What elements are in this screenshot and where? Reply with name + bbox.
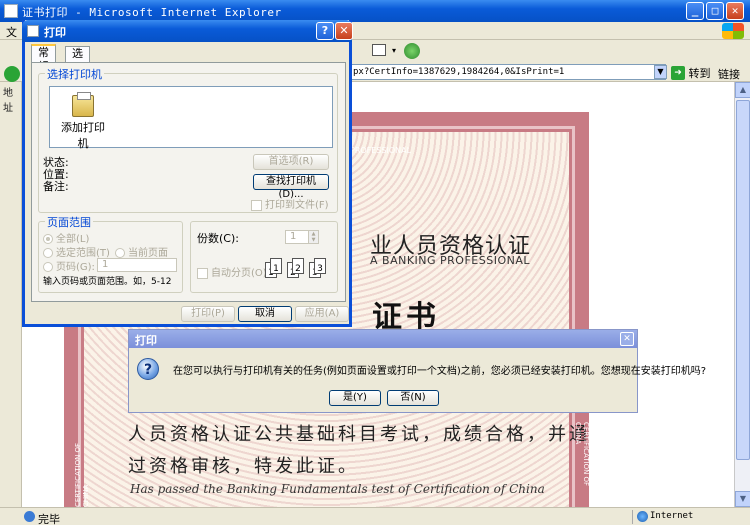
no-button[interactable]: 否(N) (387, 390, 439, 406)
apply-button[interactable]: 应用(A) (295, 306, 349, 322)
ie-titlebar[interactable]: 证书打印 - Microsoft Internet Explorer _ □ ✕ (0, 0, 750, 22)
range-selection-radio[interactable] (43, 248, 53, 258)
range-all-radio[interactable] (43, 234, 53, 244)
cert-top-banner: PROFESSIONAL (350, 146, 412, 155)
question-icon: ? (137, 358, 159, 380)
printer-icon (27, 25, 39, 37)
add-printer-item[interactable]: 添加打印机 (56, 92, 110, 151)
range-pages-row[interactable]: 页码(G): (43, 258, 95, 273)
yes-button[interactable]: 是(Y) (329, 390, 381, 406)
maximize-button[interactable]: □ (706, 2, 724, 20)
menu-item-file[interactable]: 文 (6, 24, 17, 40)
scroll-thumb[interactable] (736, 100, 750, 460)
status-bar: 完毕 Internet (0, 507, 750, 526)
range-pages-label: 页码(G): (56, 262, 95, 273)
find-printer-button[interactable]: 查找打印机(D)... (253, 174, 329, 200)
print-button[interactable]: 打印(P) (181, 306, 235, 322)
chevron-down-icon[interactable]: ▾ (392, 46, 396, 55)
page-range-group: 页面范围 全部(L) 选定范围(T) 当前页面(U) 页码(G): 1 输入页码… (38, 214, 183, 293)
print-icon[interactable] (372, 44, 386, 56)
back-icon[interactable] (4, 66, 20, 82)
copies-group: 份数(C): 1 ▲▼ 自动分页(O) 1 1 2 2 3 3 (190, 221, 338, 293)
collate-page: 1 (270, 258, 282, 274)
cert-side-left: CERTIFICATION OF CHINA (74, 442, 90, 507)
collate-page: 3 (314, 258, 326, 274)
preferences-button[interactable]: 首选项(R) (253, 154, 329, 170)
copies-stepper[interactable]: 1 ▲ ▼ (285, 230, 319, 244)
zone-text: Internet (650, 511, 694, 521)
tab-options[interactable]: 选项 (65, 46, 90, 74)
general-tab-panel: 选择打印机 添加打印机 状态: 位置: 备注: 首选项(R) 查找打印机(D).… (31, 62, 346, 302)
print-to-file-row[interactable]: 打印到文件(F) (251, 196, 329, 211)
cert-body-line2: 过资格审核，特发此证。 (128, 456, 359, 477)
comment-label: 备注: (43, 180, 69, 193)
add-printer-label: 添加打印机 (61, 121, 105, 150)
cert-english-line: Has passed the Banking Fundamentals test… (130, 482, 545, 496)
page-status-icon (24, 511, 35, 522)
help-button[interactable]: ? (316, 22, 334, 40)
confirm-close-button[interactable]: ✕ (620, 332, 634, 346)
pages-hint: 输入页码或页面范围。如，5-12 (43, 277, 172, 287)
internet-zone-icon (637, 511, 648, 522)
print-dialog: 打印 ? ✕ 常规 选项 选择打印机 添加打印机 状态: 位置: 备注: 首选项… (22, 20, 353, 327)
window-title: 证书打印 - Microsoft Internet Explorer (22, 6, 282, 19)
collate-page: 2 (292, 258, 304, 274)
confirm-titlebar[interactable]: 打印 ✕ (129, 330, 637, 348)
collate-label: 自动分页(O) (211, 268, 267, 279)
install-printer-dialog: 打印 ✕ ? 在您可以执行与打印机有关的任务(例如页面设置或打印一个文档)之前，… (128, 329, 706, 413)
range-pages-radio[interactable] (43, 262, 53, 272)
vertical-scrollbar[interactable]: ▲ ▼ (734, 82, 750, 507)
print-dialog-close-button[interactable]: ✕ (335, 22, 353, 40)
address-dropdown-icon[interactable]: ▼ (654, 65, 667, 79)
range-selection-row[interactable]: 选定范围(T) (43, 244, 110, 259)
go-label: 转到 (688, 67, 711, 80)
cert-side-right: CERTIFICATION OF CHINA (574, 422, 590, 487)
print-dialog-title: 打印 (44, 26, 66, 39)
address-label: 地址 (3, 88, 13, 114)
printer-list[interactable]: 添加打印机 (49, 86, 333, 151)
stepper-arrows-icon[interactable]: ▲ ▼ (308, 231, 318, 243)
cancel-button[interactable]: 取消 (238, 306, 292, 322)
range-all-row[interactable]: 全部(L) (43, 230, 89, 245)
pages-input[interactable]: 1 (97, 258, 177, 272)
collate-checkbox[interactable] (197, 267, 208, 279)
add-printer-icon (72, 92, 94, 117)
page-range-legend: 页面范围 (45, 214, 93, 230)
range-current-radio[interactable] (115, 248, 125, 258)
cert-subheading: A BANKING PROFESSIONAL (370, 254, 530, 267)
address-input[interactable]: px?CertInfo=1387629,1984264,0&IsPrint=1 (348, 64, 666, 80)
select-printer-legend: 选择打印机 (45, 66, 104, 82)
links-label[interactable]: 链接 (718, 66, 740, 82)
confirm-title: 打印 (135, 334, 157, 347)
print-to-file-label: 打印到文件(F) (265, 200, 329, 211)
print-to-file-checkbox[interactable] (251, 199, 262, 211)
minimize-button[interactable]: _ (686, 2, 704, 20)
close-button[interactable]: ✕ (726, 2, 744, 20)
status-divider (632, 510, 633, 524)
collate-row[interactable]: 自动分页(O) (197, 264, 267, 279)
scroll-down-icon[interactable]: ▼ (735, 491, 750, 507)
print-dialog-titlebar[interactable]: 打印 ? ✕ (22, 20, 353, 42)
go-arrow-icon: ➜ (671, 66, 685, 80)
tab-general[interactable]: 常规 (31, 44, 56, 73)
messenger-icon[interactable] (404, 43, 420, 59)
windows-logo-icon (722, 23, 744, 39)
confirm-message: 在您可以执行与打印机有关的任务(例如页面设置或打印一个文档)之前，您必须已经安装… (173, 366, 707, 377)
select-printer-group: 选择打印机 添加打印机 状态: 位置: 备注: 首选项(R) 查找打印机(D).… (38, 66, 338, 213)
copies-value: 1 (290, 231, 297, 242)
go-button[interactable]: ➜ 转到 (671, 65, 713, 80)
copies-label: 份数(C): (197, 232, 239, 245)
left-strip: 地址 (0, 66, 22, 507)
ie-window-icon[interactable] (4, 4, 18, 18)
scroll-up-icon[interactable]: ▲ (735, 82, 750, 98)
cert-body-line1: 人员资格认证公共基础科目考试，成绩合格，并通 (128, 424, 590, 445)
